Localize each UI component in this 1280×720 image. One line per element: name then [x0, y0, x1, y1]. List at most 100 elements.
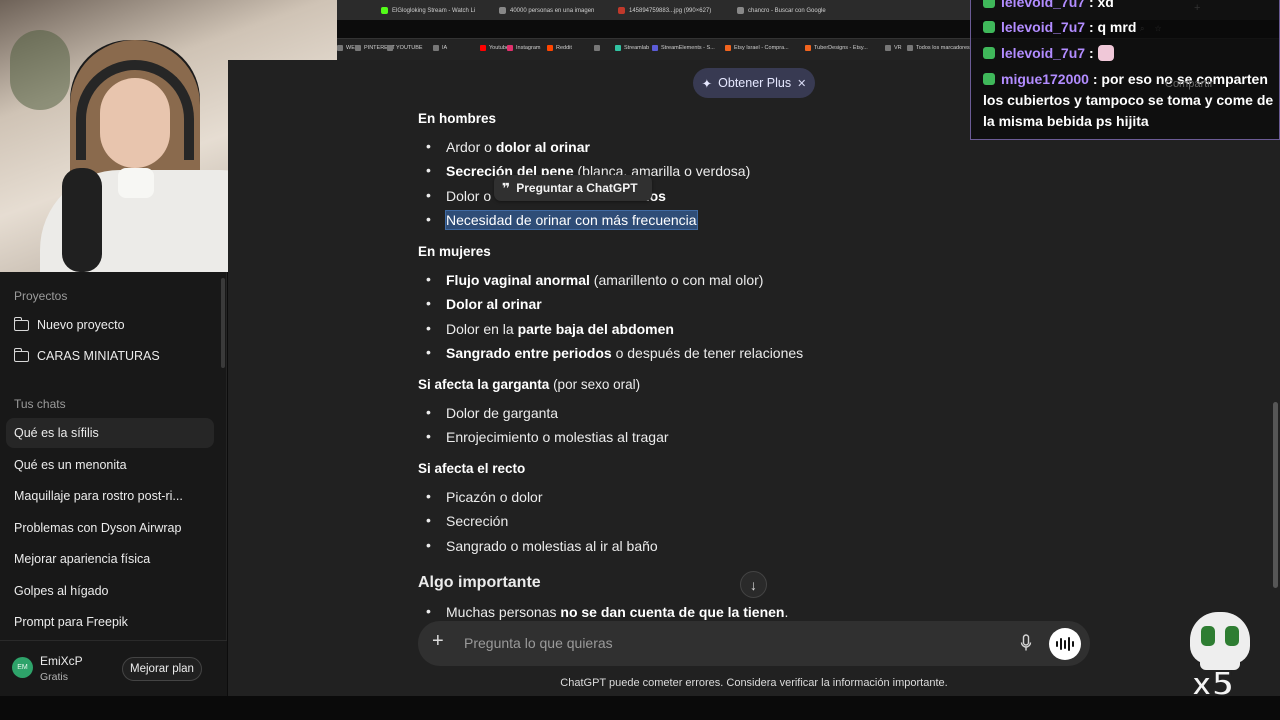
scroll-down-button[interactable]: ↓	[740, 571, 767, 598]
bookmark-icon	[907, 45, 913, 51]
bookmark-label: StreamElements - S...	[661, 45, 715, 51]
project-item-nuevo[interactable]: Nuevo proyecto	[6, 310, 214, 340]
get-plus-button[interactable]: ✦ Obtener Plus ✕	[693, 68, 815, 98]
bookmark-label: Youtube	[489, 45, 509, 51]
list-item: Sangrado o molestias al ir al baño	[426, 537, 658, 554]
bookmark-item[interactable]: VR	[885, 45, 902, 51]
chat-item[interactable]: Mejorar apariencia física	[6, 544, 214, 574]
bookmark-icon	[805, 45, 811, 51]
bookmark-item[interactable]: Youtube	[480, 45, 509, 51]
bookmark-item[interactable]: Reddit	[547, 45, 572, 51]
bookmark-item[interactable]: Streamlab	[615, 45, 649, 51]
sub-badge-icon	[983, 73, 995, 85]
list-item-selected[interactable]: Necesidad de orinar con más frecuencia	[426, 210, 698, 230]
sidebar-scrollbar[interactable]	[221, 278, 225, 368]
bookmark-icon	[615, 45, 621, 51]
skull-icon	[1190, 612, 1250, 664]
bookmark-icon	[725, 45, 731, 51]
background-plant	[10, 30, 70, 110]
bookmark-item[interactable]: YOUTUBE	[387, 45, 423, 51]
sparkle-icon: ✦	[701, 76, 713, 91]
list-item: Enrojecimiento o molestias al tragar	[426, 428, 669, 445]
bookmark-item[interactable]: Instagram	[507, 45, 540, 51]
bookmark-icon	[337, 45, 343, 51]
heading-text: En mujeres	[418, 244, 491, 259]
list-item: Sangrado entre periodos o después de ten…	[426, 344, 803, 361]
browser-tab[interactable]: 145894759883...jpg (990×627)	[618, 3, 743, 18]
microphone	[62, 168, 102, 272]
bookmark-label: Todos los marcadores	[916, 45, 970, 51]
bookmark-item[interactable]: TuberDesigns - Etsy...	[805, 45, 868, 51]
heading-text: En hombres	[418, 111, 497, 126]
emote-icon	[1097, 45, 1114, 61]
message-composer: +	[418, 621, 1090, 666]
bookmark-icon	[387, 45, 393, 51]
bookmark-label: TuberDesigns - Etsy...	[814, 45, 868, 51]
tab-label: chancro - Buscar con Google	[748, 7, 826, 14]
tab-label: 145894759883...jpg (990×627)	[629, 7, 712, 14]
tab-label: 40000 personas en una imagen	[510, 7, 595, 14]
kick-icon	[381, 7, 388, 14]
ask-chatgpt-tooltip[interactable]: ❞ Preguntar a ChatGPT	[494, 175, 652, 201]
chat-message: migue172000 : por eso no se comparten lo…	[983, 71, 1274, 129]
voice-wave-icon	[1056, 641, 1058, 647]
skull-eye	[1225, 626, 1239, 646]
bookmark-icon	[652, 45, 658, 51]
attach-plus-icon[interactable]: +	[432, 630, 444, 653]
stream-chat-overlay: lelevoid_7u7 : xd lelevoid_7u7 : q mrd l…	[970, 0, 1280, 140]
bookmark-label: Reddit	[556, 45, 572, 51]
bookmark-label: Etsy Israel - Compra...	[734, 45, 789, 51]
bookmark-label: Streamlab	[624, 45, 650, 51]
bottom-strip	[0, 696, 1280, 720]
section-heading-important: Algo importante	[418, 574, 541, 591]
chat-item[interactable]: Problemas con Dyson Airwrap	[6, 513, 214, 543]
chat-item[interactable]: Qué es la sífilis	[6, 418, 214, 448]
image-icon	[618, 7, 625, 14]
browser-tab[interactable]: chancro - Buscar con Google	[737, 3, 847, 18]
microphone-icon[interactable]	[1020, 634, 1032, 652]
browser-tab[interactable]: ElGlogloking Stream - Watch Li	[381, 3, 511, 18]
bookmark-icon	[433, 45, 439, 51]
section-heading: En mujeres	[418, 244, 491, 259]
close-icon[interactable]: ✕	[797, 77, 806, 90]
arrow-down-icon: ↓	[750, 576, 757, 593]
chat-message: lelevoid_7u7 : q mrd	[983, 17, 1275, 38]
get-plus-label: Obtener Plus	[718, 76, 792, 90]
bookmark-item[interactable]: Todos los marcadores	[907, 45, 970, 51]
browser-tab[interactable]: 40000 personas en una imagen	[499, 3, 624, 18]
bookmark-item[interactable]: StreamElements - S...	[652, 45, 715, 51]
prompt-input[interactable]	[464, 633, 1004, 653]
user-card[interactable]: EM EmiXcP Gratis Mejorar plan	[0, 640, 227, 696]
list-item: Ardor o dolor al orinar	[426, 138, 590, 155]
bookmark-item[interactable]: Etsy Israel - Compra...	[725, 45, 789, 51]
ask-label: Preguntar a ChatGPT	[516, 181, 638, 195]
project-label: Nuevo proyecto	[37, 318, 125, 332]
heading-text: Si afecta el recto	[418, 461, 526, 476]
bookmark-label: Instagram	[516, 45, 541, 51]
upgrade-plan-button[interactable]: Mejorar plan	[122, 657, 202, 681]
chat-item[interactable]: Maquillaje para rostro post-ri...	[6, 481, 214, 511]
chat-message: lelevoid_7u7 :	[983, 43, 1275, 64]
folder-icon	[13, 347, 29, 362]
main-scrollbar[interactable]	[1273, 402, 1278, 588]
google-icon	[737, 7, 744, 14]
project-item-caras-miniaturas[interactable]: CARAS MINIATURAS	[6, 341, 214, 371]
list-item: Secreción	[426, 512, 508, 529]
bookmark-item[interactable]: IA	[433, 45, 447, 51]
project-label: CARAS MINIATURAS	[37, 349, 160, 363]
skull-eye	[1201, 626, 1215, 646]
chats-heading: Tus chats	[14, 397, 66, 411]
chat-message: lelevoid_7u7 : xd	[983, 0, 1275, 13]
chat-item[interactable]: Qué es un menonita	[6, 450, 214, 480]
share-label[interactable]: Compartir	[1165, 78, 1213, 90]
chat-item[interactable]: Prompt para Freepik	[6, 607, 214, 637]
voice-mode-button[interactable]	[1049, 628, 1081, 660]
chat-item[interactable]: Golpes al hígado	[6, 576, 214, 606]
list-item: Muchas personas no se dan cuenta de que …	[426, 603, 788, 620]
projects-heading: Proyectos	[14, 289, 68, 303]
bookmark-item[interactable]	[594, 45, 603, 51]
avatar[interactable]: EM	[12, 657, 33, 678]
sub-badge-icon	[983, 47, 995, 59]
quote-icon: ❞	[502, 179, 511, 196]
chat-main	[228, 60, 1280, 696]
